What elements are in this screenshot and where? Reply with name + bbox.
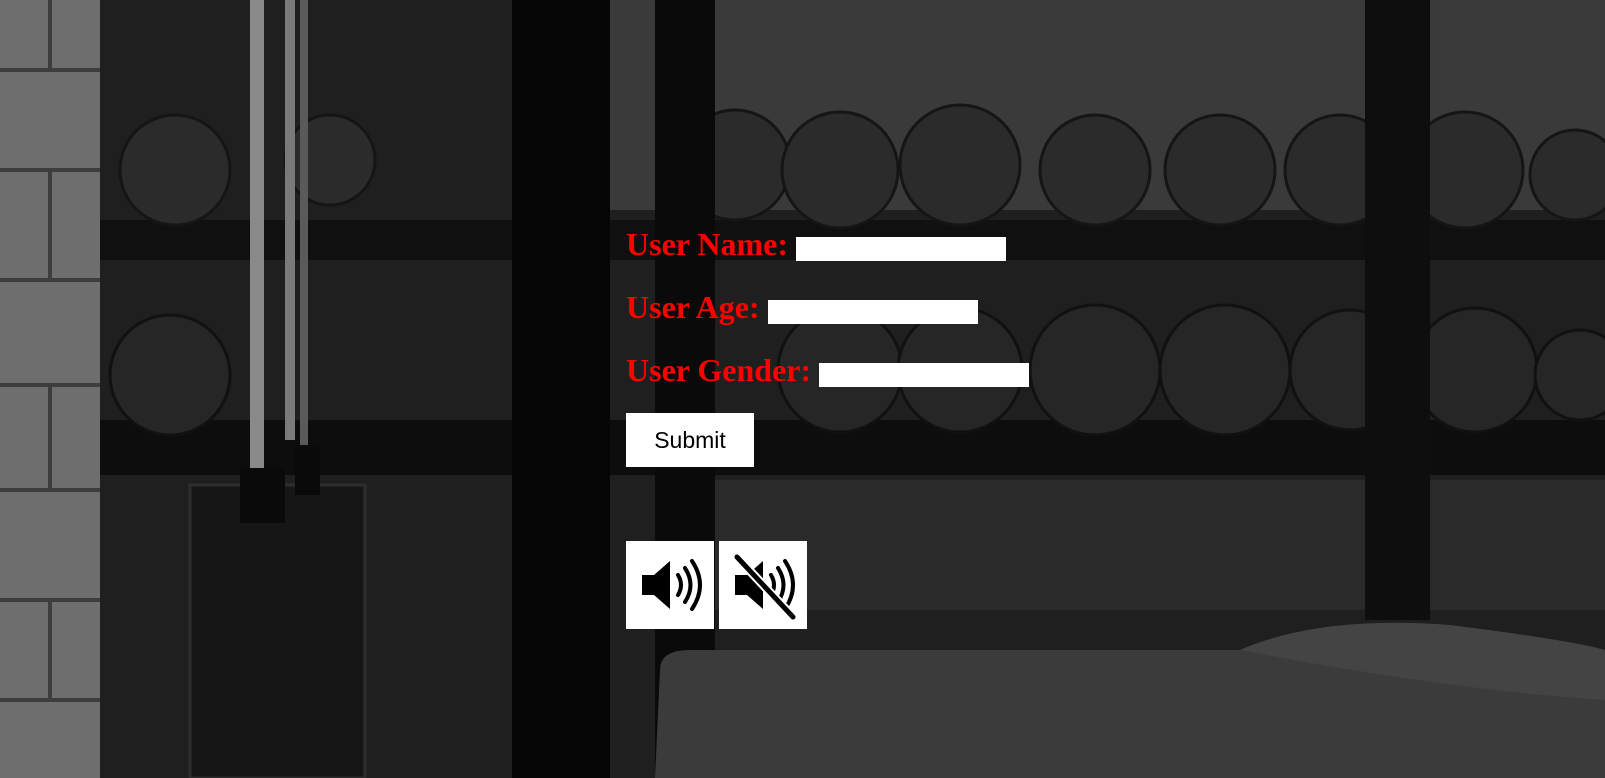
user-name-label: User Name: [626, 226, 789, 262]
user-form: User Name: User Age: User Gender: Submit [626, 224, 1030, 467]
user-age-label: User Age: [626, 289, 760, 325]
submit-button[interactable]: Submit [626, 413, 754, 467]
user-gender-row: User Gender: [626, 350, 1030, 390]
user-name-row: User Name: [626, 224, 1029, 264]
sound-mute-button[interactable] [719, 541, 807, 629]
sound-controls [626, 541, 807, 629]
user-age-row: User Age: [626, 287, 1029, 327]
speaker-on-icon [642, 559, 702, 611]
user-gender-input[interactable] [819, 363, 1030, 387]
user-name-input[interactable] [796, 237, 1007, 261]
user-age-input[interactable] [767, 300, 978, 324]
sound-on-button[interactable] [626, 541, 714, 629]
speaker-muted-icon [732, 552, 798, 622]
user-gender-label: User Gender: [626, 352, 812, 388]
